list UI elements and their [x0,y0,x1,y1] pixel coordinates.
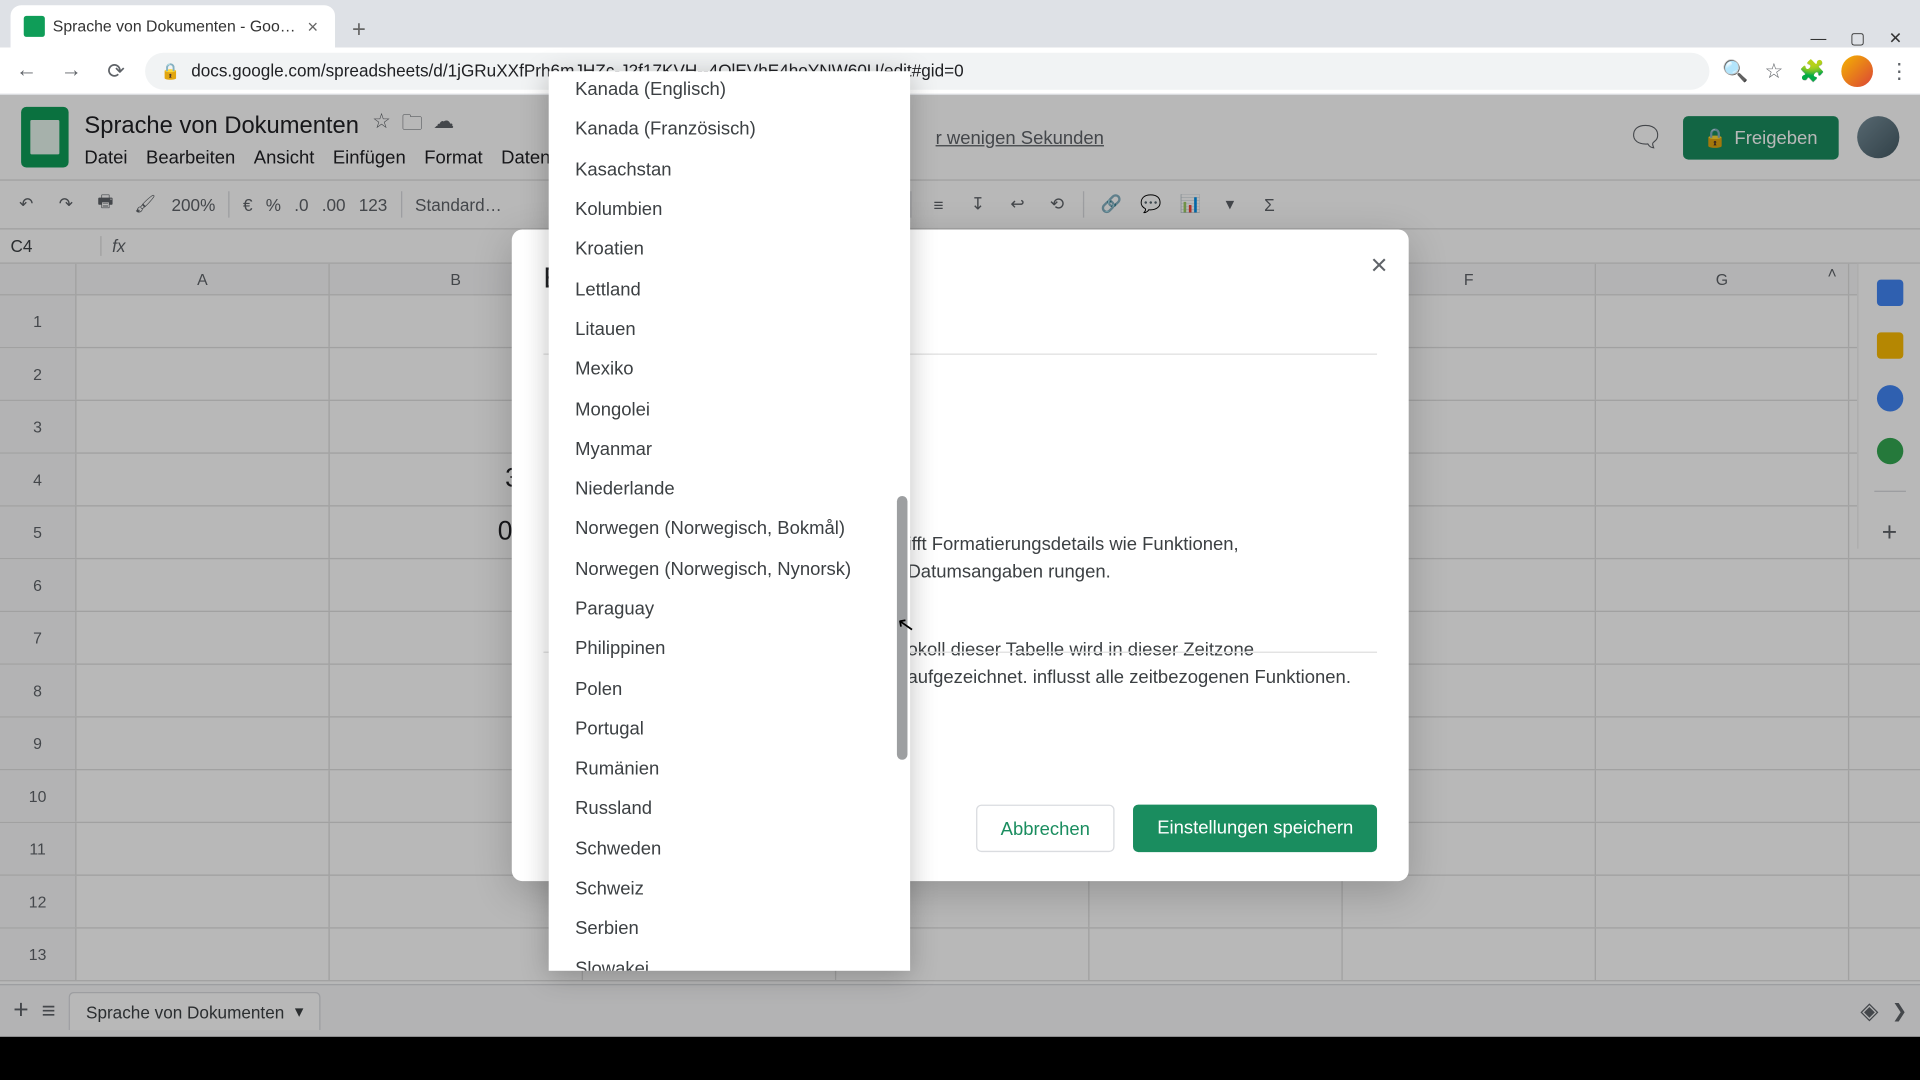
timezone-help-text: okoll dieser Tabelle wird in dieser Zeit… [907,636,1377,691]
close-window-icon[interactable]: ✕ [1889,29,1902,47]
save-label: Einstellungen speichern [1157,816,1353,837]
locale-option[interactable]: Schweiz [549,868,910,908]
locale-option[interactable]: Slowakei [549,948,910,971]
locale-option[interactable]: Lettland [549,268,910,308]
locale-option[interactable]: Norwegen (Norwegisch, Nynorsk) [549,548,910,588]
locale-option[interactable]: Philippinen [549,628,910,668]
lock-icon: 🔒 [161,61,181,79]
cancel-button[interactable]: Abbrechen [976,805,1115,852]
url-bar[interactable]: 🔒 docs.google.com/spreadsheets/d/1jGRuXX… [145,52,1709,89]
locale-option[interactable]: Mexiko [549,348,910,388]
locale-option[interactable]: Kolumbien [549,188,910,228]
sheets-favicon [24,16,45,37]
locale-option[interactable]: Mongolei [549,388,910,428]
dialog-close-button[interactable]: × [1371,248,1388,282]
locale-option[interactable]: Kroatien [549,228,910,268]
bookmark-icon[interactable]: ☆ [1764,57,1783,83]
locale-option[interactable]: Myanmar [549,428,910,468]
zoom-icon[interactable]: 🔍 [1722,57,1748,83]
locale-dropdown-menu[interactable]: Kanada (Englisch)Kanada (Französisch)Kas… [549,71,910,971]
locale-option[interactable]: Portugal [549,708,910,748]
browser-tab[interactable]: Sprache von Dokumenten - Goo… × [11,5,336,47]
locale-option[interactable]: Kanada (Französisch) [549,109,910,149]
menu-icon[interactable]: ⋮ [1889,57,1910,83]
locale-option[interactable]: Serbien [549,908,910,948]
locale-help-text: ifft Formatierungsdetails wie Funktionen… [907,530,1377,585]
locale-option[interactable]: Litauen [549,308,910,348]
back-button[interactable]: ← [11,55,43,87]
locale-option[interactable]: Polen [549,668,910,708]
locale-option[interactable]: Russland [549,788,910,828]
extensions-icon[interactable]: 🧩 [1799,57,1825,83]
locale-option[interactable]: Kanada (Englisch) [549,71,910,108]
locale-option[interactable]: Rumänien [549,748,910,788]
new-tab-button[interactable]: + [340,11,377,48]
close-tab-icon[interactable]: × [304,17,322,35]
locale-option[interactable]: Norwegen (Norwegisch, Bokmål) [549,508,910,548]
minimize-icon[interactable]: — [1810,29,1826,47]
tab-title: Sprache von Dokumenten - Goo… [53,17,296,35]
forward-button[interactable]: → [55,55,87,87]
save-settings-button[interactable]: Einstellungen speichern [1133,805,1377,852]
maximize-icon[interactable]: ▢ [1850,29,1865,47]
locale-option[interactable]: Paraguay [549,588,910,628]
reload-button[interactable]: ⟳ [100,55,132,87]
locale-option[interactable]: Niederlande [549,468,910,508]
cancel-label: Abbrechen [1001,818,1090,839]
locale-option[interactable]: Kasachstan [549,149,910,189]
profile-avatar[interactable] [1841,55,1873,87]
locale-option[interactable]: Schweden [549,828,910,868]
